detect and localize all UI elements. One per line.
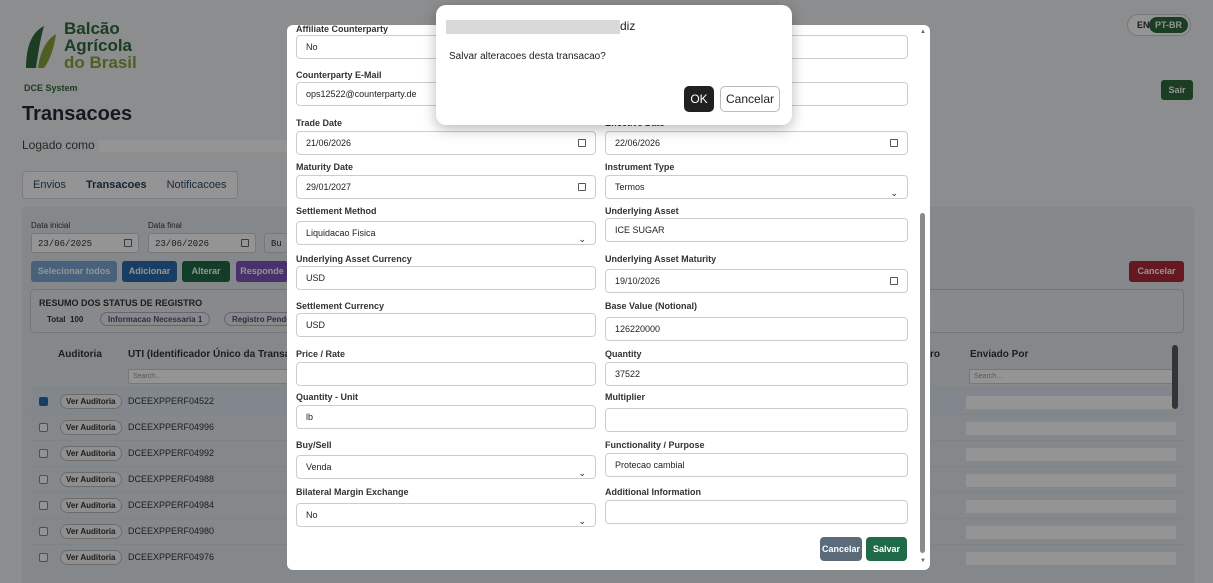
chevron-down-icon: ⌄ — [578, 468, 586, 478]
modal-cancel-button[interactable]: Cancelar — [820, 537, 862, 561]
settlement-currency-field[interactable]: USD — [296, 313, 596, 337]
additional-info-label: Additional Information — [605, 487, 701, 497]
settlement-method-label: Settlement Method — [296, 206, 377, 216]
settlement-method-value: Liquidacao Fisica — [306, 228, 376, 238]
underlying-asset-value: ICE SUGAR — [615, 225, 665, 235]
base-value-field[interactable]: 126220000 — [605, 317, 908, 341]
price-rate-label: Price / Rate — [296, 349, 346, 359]
dialog-origin-redacted — [446, 20, 620, 34]
underlying-asset-field[interactable]: ICE SUGAR — [605, 218, 908, 242]
scroll-thumb[interactable] — [920, 213, 925, 553]
buy-sell-value: Venda — [306, 462, 332, 472]
price-rate-field[interactable] — [296, 362, 596, 386]
margin-exchange-value: No — [306, 510, 318, 520]
quantity-value: 37522 — [615, 369, 641, 379]
scroll-down-icon[interactable]: ▼ — [920, 558, 926, 564]
dialog-ok-button[interactable]: OK — [684, 86, 714, 112]
effective-date-field[interactable]: 22/06/2026 — [605, 131, 908, 155]
counterparty-email-label: Counterparty E-Mail — [296, 70, 382, 80]
confirm-dialog: diz Salvar alteracoes desta transacao? O… — [436, 5, 792, 125]
maturity-date-label: Maturity Date — [296, 162, 354, 172]
additional-info-field[interactable] — [605, 500, 908, 524]
buy-sell-select[interactable]: Venda ⌄ — [296, 455, 596, 479]
buy-sell-label: Buy/Sell — [296, 440, 332, 450]
quantity-label: Quantity — [605, 349, 642, 359]
chevron-down-icon: ⌄ — [578, 516, 586, 526]
calendar-icon[interactable] — [890, 277, 898, 285]
functionality-field[interactable]: Protecao cambial — [605, 453, 908, 477]
ua-currency-field[interactable]: USD — [296, 266, 596, 290]
margin-exchange-label: Bilateral Margin Exchange — [296, 487, 409, 497]
effective-date-value: 22/06/2026 — [615, 138, 661, 148]
settlement-currency-label: Settlement Currency — [296, 301, 385, 311]
affiliate-label: Affiliate Counterparty — [296, 25, 389, 34]
trade-date-field[interactable]: 21/06/2026 — [296, 131, 596, 155]
counterparty-email-value: ops12522@counterparty.de — [306, 89, 417, 99]
multiplier-label: Multiplier — [605, 392, 645, 402]
chevron-down-icon: ⌄ — [890, 188, 898, 198]
dialog-origin-label: diz — [620, 19, 636, 33]
calendar-icon[interactable] — [890, 139, 898, 147]
quantity-unit-field[interactable]: lb — [296, 405, 596, 429]
dialog-cancel-button[interactable]: Cancelar — [720, 86, 780, 112]
functionality-label: Functionality / Purpose — [605, 440, 705, 450]
ua-maturity-field[interactable]: 19/10/2026 — [605, 269, 908, 293]
ua-maturity-label: Underlying Asset Maturity — [605, 254, 717, 264]
maturity-date-field[interactable]: 29/01/2027 — [296, 175, 596, 199]
ua-currency-value: USD — [306, 273, 326, 283]
ua-maturity-value: 19/10/2026 — [615, 276, 661, 286]
scroll-up-icon[interactable]: ▲ — [920, 29, 926, 35]
underlying-asset-label: Underlying Asset — [605, 206, 679, 216]
calendar-icon[interactable] — [578, 183, 586, 191]
instrument-type-value: Termos — [615, 182, 645, 192]
dialog-message: Salvar alteracoes desta transacao? — [449, 51, 606, 62]
trade-date-value: 21/06/2026 — [306, 138, 352, 148]
instrument-type-select[interactable]: Termos ⌄ — [605, 175, 908, 199]
settlement-method-select[interactable]: Liquidacao Fisica ⌄ — [296, 221, 596, 245]
settlement-currency-value: USD — [306, 320, 326, 330]
quantity-unit-label: Quantity - Unit — [296, 392, 358, 402]
base-value-label: Base Value (Notional) — [605, 301, 698, 311]
instrument-type-label: Instrument Type — [605, 162, 675, 172]
modal-save-button[interactable]: Salvar — [866, 537, 907, 561]
calendar-icon[interactable] — [578, 139, 586, 147]
ua-currency-label: Underlying Asset Currency — [296, 254, 412, 264]
multiplier-field[interactable] — [605, 408, 908, 432]
margin-exchange-select[interactable]: No ⌄ — [296, 503, 596, 527]
quantity-field[interactable]: 37522 — [605, 362, 908, 386]
maturity-date-value: 29/01/2027 — [306, 182, 352, 192]
trade-date-label: Trade Date — [296, 118, 343, 128]
base-value-value: 126220000 — [615, 324, 661, 334]
modal-scrollbar[interactable]: ▲ ▼ — [918, 25, 928, 570]
chevron-down-icon: ⌄ — [578, 234, 586, 244]
quantity-unit-value: lb — [306, 412, 314, 422]
functionality-value: Protecao cambial — [615, 460, 685, 470]
affiliate-value: No — [306, 42, 318, 52]
